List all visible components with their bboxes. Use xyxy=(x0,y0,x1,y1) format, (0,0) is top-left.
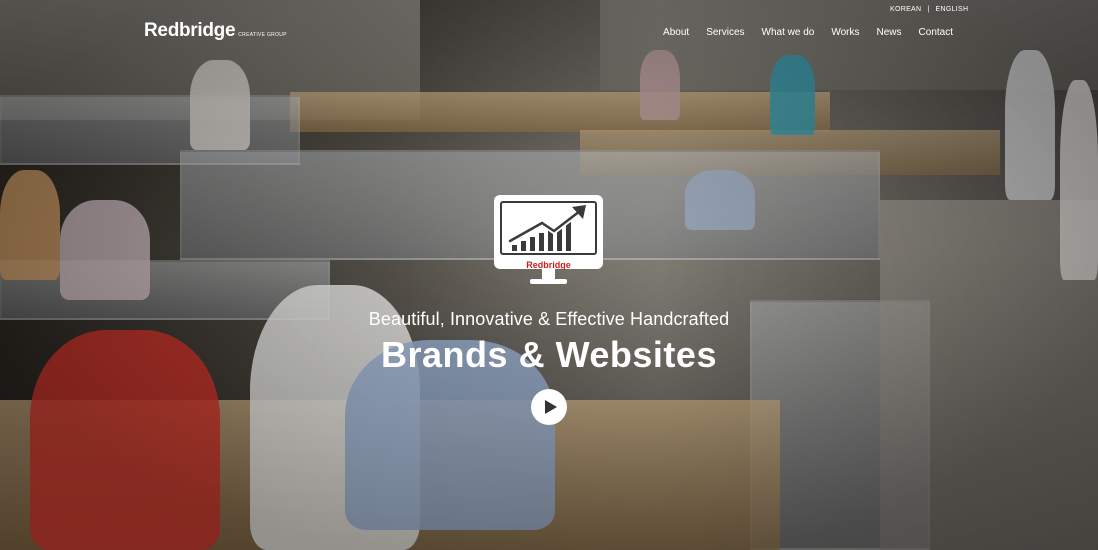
nav-what-we-do[interactable]: What we do xyxy=(762,27,815,38)
lang-separator: | xyxy=(927,6,930,13)
site-logo[interactable]: Redbridge CREATIVE GROUP xyxy=(144,20,287,42)
monitor-icon-label: Redbridge xyxy=(526,260,571,270)
hero-tagline: Beautiful, Innovative & Effective Handcr… xyxy=(368,309,730,329)
main-nav: About Services What we do Works News Con… xyxy=(663,27,953,38)
hero-headline: Brands & Websites xyxy=(381,334,717,375)
play-icon xyxy=(544,400,557,414)
language-switcher: KOREAN | ENGLISH xyxy=(890,6,968,13)
logo-subtext: CREATIVE GROUP xyxy=(238,32,287,38)
nav-works[interactable]: Works xyxy=(831,27,859,38)
nav-contact[interactable]: Contact xyxy=(919,27,953,38)
logo-text: Redbridge xyxy=(144,20,236,41)
nav-news[interactable]: News xyxy=(877,27,902,38)
monitor-chart-icon: Redbridge xyxy=(492,193,605,290)
nav-about[interactable]: About xyxy=(663,27,689,38)
lang-korean-link[interactable]: KOREAN xyxy=(890,6,921,13)
play-video-button[interactable] xyxy=(531,389,567,425)
nav-services[interactable]: Services xyxy=(706,27,744,38)
lang-english-link[interactable]: ENGLISH xyxy=(936,6,969,13)
